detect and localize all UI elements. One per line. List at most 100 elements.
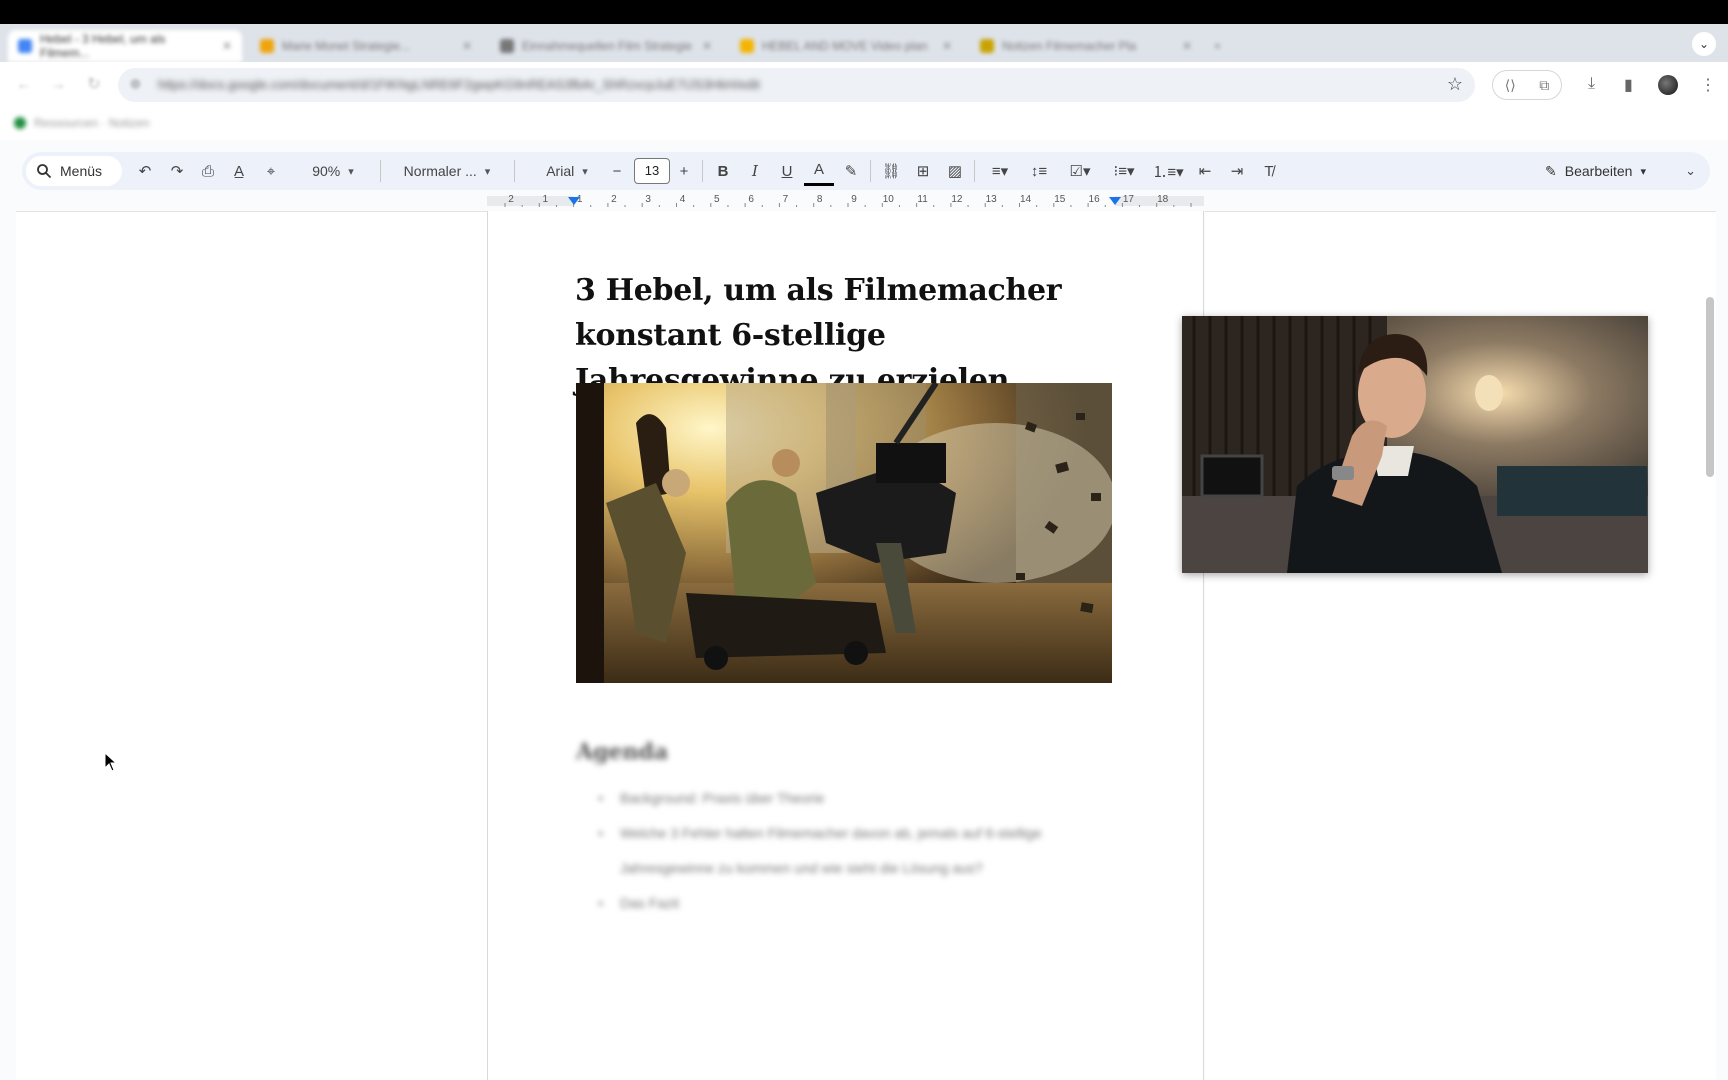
font-family-select[interactable]: Arial [520,152,614,190]
close-tab-icon[interactable]: ✕ [1182,39,1192,53]
bookmark-item[interactable]: Ressourcen · Notizen [14,116,149,130]
ruler-label: 1 [543,194,549,205]
editing-mode-select[interactable]: ✎ Bearbeiten ▾ [1545,152,1646,190]
side-panel-icon[interactable]: ▮ [1624,75,1633,95]
close-tab-icon[interactable]: ✕ [942,39,952,53]
extension-code-icon[interactable]: ⟨⟩ [1505,77,1516,94]
toolbar-divider [514,160,515,182]
close-tab-icon[interactable]: ✕ [702,39,712,53]
italic-button[interactable]: I [740,152,770,190]
ruler-label: 5 [714,194,720,205]
tab-label: HEBEL AND MOVE Video plan [762,39,928,53]
editing-mode-label: Bearbeiten [1564,163,1633,179]
webcam-overlay [1182,316,1648,573]
menus-search-button[interactable]: Menüs [26,156,122,186]
vertical-scrollbar[interactable] [1706,297,1714,477]
back-arrow-icon[interactable]: ← [14,75,34,95]
horizontal-ruler[interactable]: 2 1 1 2 3 4 5 6 7 8 9 10 11 12 13 14 15 16 17 18 [487,192,1204,210]
ruler-label: 9 [851,194,857,205]
document-page[interactable]: 3 Hebel, um als Filmemacher konstant 6-s… [487,211,1204,1080]
insert-link-icon[interactable]: ⛓ [876,152,906,190]
mouse-cursor-icon [104,752,118,772]
increase-indent-icon[interactable]: ⇥ [1222,152,1252,190]
ruler-label: 14 [1020,194,1032,205]
redo-icon[interactable]: ↷ [164,152,190,190]
tab-favicon-icon [260,39,274,53]
tab-search-chevron-icon[interactable]: ⌄ [1692,32,1716,56]
paint-format-icon[interactable]: ⌖ [258,152,284,190]
spellcheck-icon[interactable]: A̲ [226,152,252,190]
tab-favicon-icon [980,39,994,53]
increase-font-size-button[interactable]: + [673,152,695,190]
tab-label: Marie Monet Strategie... [282,39,411,53]
extensions-puzzle-icon[interactable]: ⧉ [1539,77,1549,94]
tab-label: Hebel - 3 Hebel, um als Filmem... [40,32,166,60]
bold-button[interactable]: B [708,152,738,190]
bookmarks-bar: Ressourcen · Notizen [0,108,1728,140]
ruler-left-margin [487,196,574,206]
reload-icon[interactable]: ↻ [84,75,104,95]
browser-tab[interactable]: Notizen Filmemacher Pla ✕ [970,30,1202,62]
agenda-item: Welche 3 Fehler halten Filmemacher davon… [598,816,1118,886]
underline-button[interactable]: U [772,152,802,190]
agenda-item: Background: Praxis über Theorie [598,781,1118,816]
tab-label: Einnahmequellen Film Strategie [522,39,693,53]
ruler-label: 4 [680,194,686,205]
docs-workspace: Menüs ↶ ↷ ⎙ A̲ ⌖ 90% Normaler ... Arial … [0,140,1728,1080]
profile-avatar[interactable] [1658,75,1678,95]
bulleted-list-icon[interactable]: ⁝≡▾ [1102,152,1146,190]
browser-tab[interactable]: HEBEL AND MOVE Video plan ✕ [730,30,962,62]
toolbar-divider [702,160,703,182]
line-spacing-icon[interactable]: ↕≡ [1024,152,1054,190]
new-tab-button[interactable]: + [1204,30,1234,62]
film-set-image[interactable] [576,383,1112,683]
ruler-label: 2 [508,194,514,205]
close-tab-icon[interactable]: ✕ [462,39,472,53]
site-info-icon[interactable]: ⊜ [130,76,141,92]
ruler-scale: 2 1 1 2 3 4 5 6 7 8 9 10 11 12 13 14 15 16 17 18 [487,194,1204,207]
browser-tab-active[interactable]: Hebel - 3 Hebel, um als Filmem... ✕ [8,30,242,62]
decrease-indent-icon[interactable]: ⇤ [1190,152,1220,190]
paragraph-style-select[interactable]: Normaler ... [386,152,508,190]
top-black-bar [0,0,1728,24]
zoom-select[interactable]: 90% [292,152,374,190]
toolbar-divider [974,160,975,182]
menus-label: Menüs [60,163,103,179]
checklist-icon[interactable]: ☑▾ [1058,152,1102,190]
numbered-list-icon[interactable]: ⒈≡▾ [1146,152,1190,190]
decrease-font-size-button[interactable]: − [606,152,628,190]
bookmark-favicon-icon [14,117,26,129]
agenda-item: Das Fazit [598,886,1118,921]
ruler-label: 16 [1089,194,1101,205]
browser-menu-kebab-icon[interactable]: ⋮ [1700,75,1716,95]
forward-arrow-icon[interactable]: → [48,75,68,95]
bookmark-label: Ressourcen · Notizen [34,116,150,130]
undo-icon[interactable]: ↶ [132,152,158,190]
url-text: https://docs.google.com/document/d/1FtKN… [158,77,760,92]
browser-address-row: ← → ↻ ⊜ https://docs.google.com/document… [0,62,1728,108]
insert-image-icon[interactable]: ▨ [940,152,970,190]
ruler-label: 12 [951,194,963,205]
browser-tab[interactable]: Marie Monet Strategie... ✕ [250,30,482,62]
clear-formatting-icon[interactable]: T̸ [1254,152,1284,190]
close-tab-icon[interactable]: ✕ [222,39,232,53]
highlight-pen-icon[interactable]: ✎ [836,152,866,190]
search-icon [37,164,52,179]
bookmark-star-icon[interactable]: ☆ [1447,74,1463,95]
agenda-section[interactable]: Agenda Background: Praxis über Theorie W… [576,739,1042,921]
font-size-input[interactable]: 13 [634,158,670,184]
collapse-menus-chevron-icon[interactable]: ⌄ [1685,152,1696,190]
add-comment-icon[interactable]: ⊞ [908,152,938,190]
download-icon[interactable]: ⤓ [1588,75,1595,93]
align-left-icon[interactable]: ≡▾ [980,152,1020,190]
screen: Hebel - 3 Hebel, um als Filmem... ✕ Mari… [0,0,1728,1080]
ruler-label: 6 [748,194,754,205]
browser-tab-bar: Hebel - 3 Hebel, um als Filmem... ✕ Mari… [0,24,1728,62]
ruler-label: 13 [986,194,998,205]
text-color-button[interactable]: A [804,156,834,186]
tab-favicon-icon [740,39,754,53]
browser-tab[interactable]: Einnahmequellen Film Strategie ✕ [490,30,722,62]
print-icon[interactable]: ⎙ [195,152,221,190]
tab-favicon-icon [500,39,514,53]
address-bar[interactable]: ⊜ https://docs.google.com/document/d/1Ft… [118,68,1475,102]
